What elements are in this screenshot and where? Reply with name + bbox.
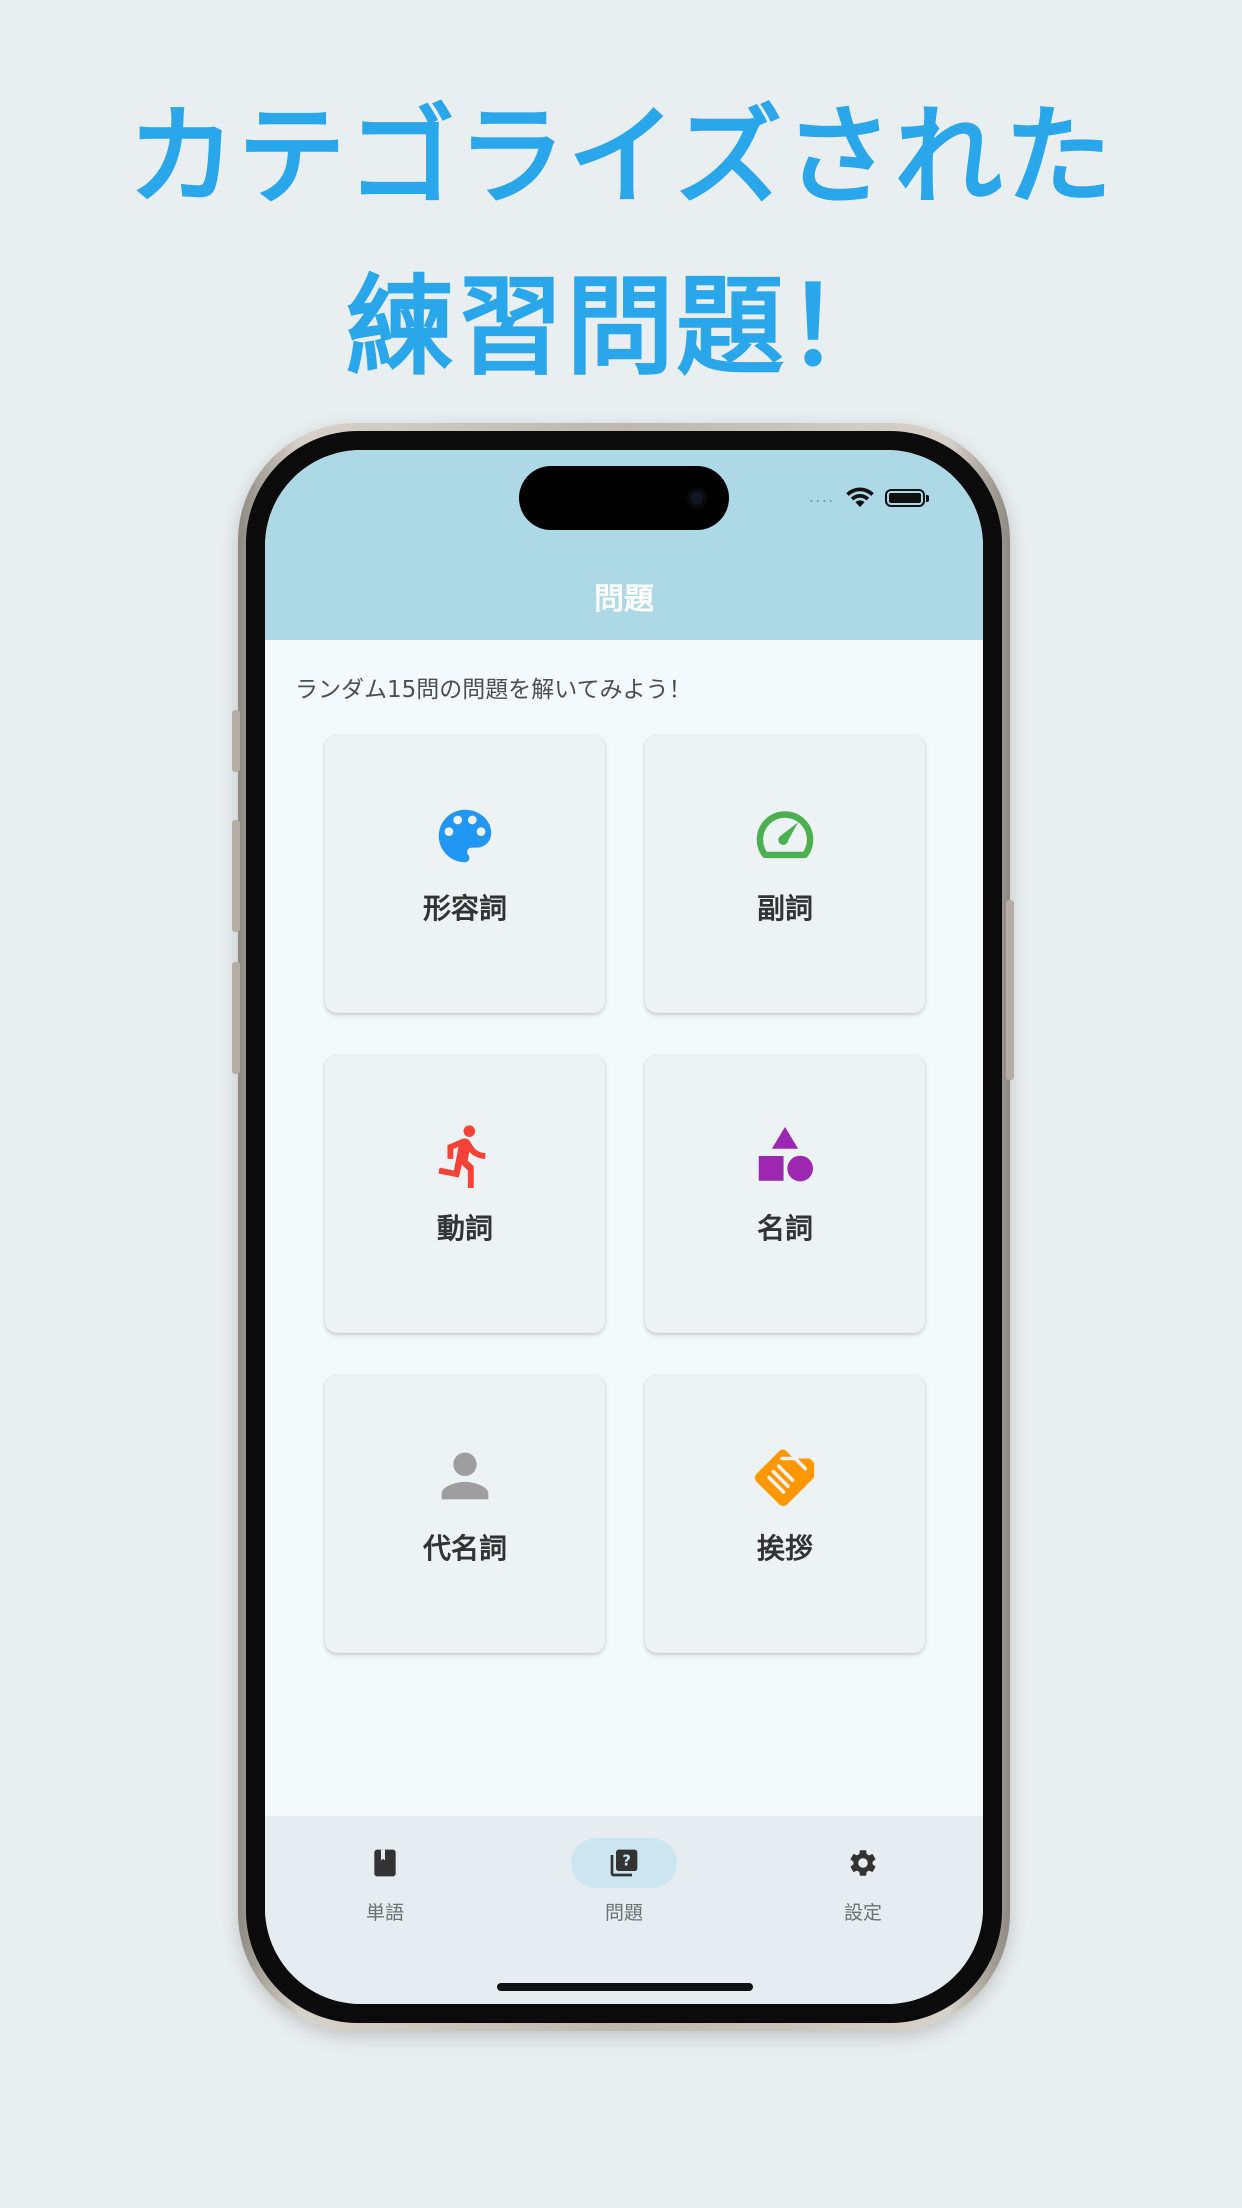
category-label: 代名詞 [422,1532,507,1565]
nav-indicator-active: ? [571,1838,677,1888]
bottom-navigation: 単語 ? 問題 設定 [265,1816,983,2004]
category-label: 形容詞 [422,892,507,925]
phone-power-button [1006,900,1014,1080]
category-card-noun[interactable]: 名詞 [645,1055,925,1333]
category-label: 挨拶 [756,1532,813,1565]
phone-volume-down-button [232,962,240,1074]
handshake-icon [755,1449,815,1506]
app-bar: .... 問題 [265,450,983,640]
category-card-adverb[interactable]: 副詞 [645,735,925,1013]
camera-icon [687,488,707,508]
status-bar: .... [809,486,929,510]
gear-icon [850,1850,876,1876]
phone-screen: .... 問題 ランダム15問の問題を解いてみよう！ 形容詞 副詞 動詞 名詞 … [265,450,983,2004]
category-label: 名詞 [756,1212,813,1245]
page-title: 問題 [594,582,654,617]
nav-item-words[interactable]: 単語 [315,1838,455,1925]
phone-volume-up-button [232,820,240,932]
dynamic-island [519,466,729,530]
shapes-icon [758,1126,813,1182]
category-card-verb[interactable]: 動詞 [325,1055,605,1333]
category-card-pronoun[interactable]: 代名詞 [325,1375,605,1653]
running-person-icon [438,1125,486,1189]
person-icon [441,1452,489,1500]
instruction-text: ランダム15問の問題を解いてみよう！ [295,677,692,703]
headline-line-2: 練習問題！ [345,265,896,390]
book-icon [374,1849,396,1877]
category-card-adjective[interactable]: 形容詞 [325,735,605,1013]
wifi-icon [846,487,874,507]
battery-icon [885,489,929,507]
speedometer-icon [756,811,814,859]
nav-indicator [332,1838,438,1888]
phone-action-button [232,710,240,772]
headline-line-1: カテゴライズされた [127,95,1115,220]
nav-item-quiz[interactable]: ? 問題 [554,1838,694,1925]
quiz-icon: ? [610,1849,638,1877]
signal-icon: .... [809,490,835,506]
nav-item-settings[interactable]: 設定 [793,1838,933,1925]
category-label: 動詞 [436,1212,493,1245]
category-card-greeting[interactable]: 挨拶 [645,1375,925,1653]
home-indicator[interactable] [497,1983,753,1991]
svg-text:?: ? [622,1853,631,1870]
nav-label: 設定 [843,1902,882,1924]
category-label: 副詞 [756,892,813,925]
nav-label: 単語 [365,1902,404,1924]
palette-icon [438,809,492,863]
nav-label: 問題 [604,1902,643,1924]
nav-indicator [810,1838,916,1888]
